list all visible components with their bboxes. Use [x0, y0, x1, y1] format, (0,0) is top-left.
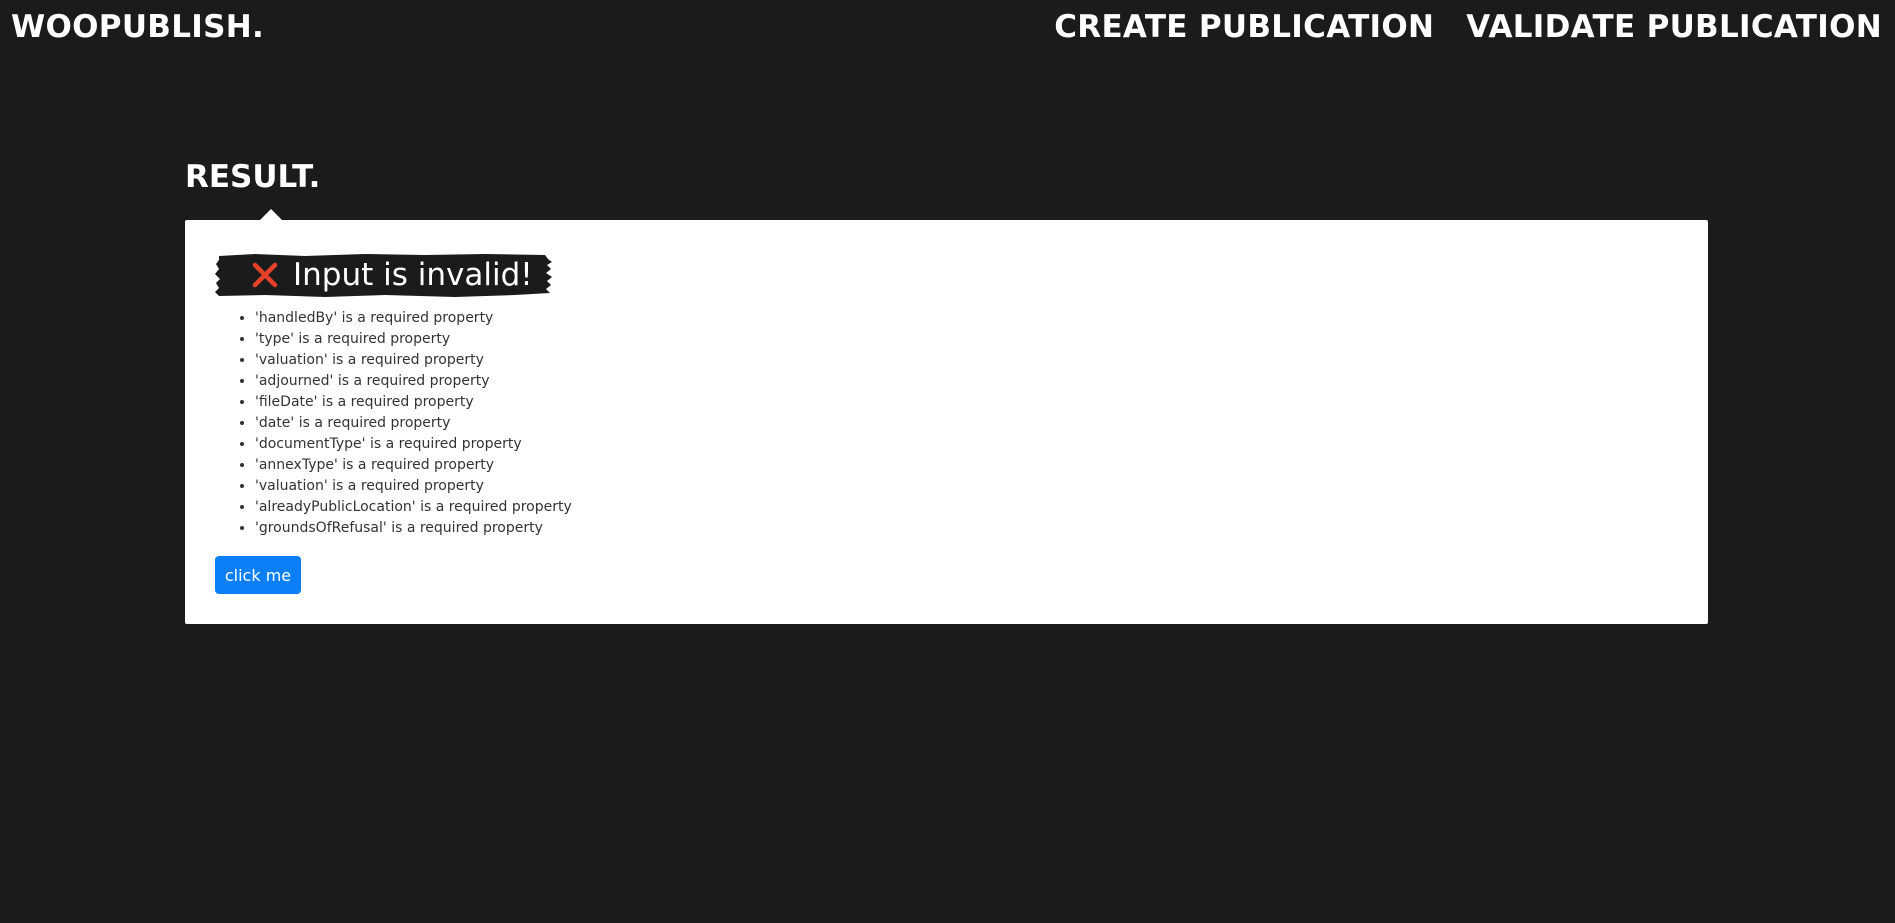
result-card: Input is invalid! 'handledBy' is a requi… [185, 220, 1708, 624]
card-pointer [260, 209, 282, 220]
nav-create-publication[interactable]: CREATE PUBLICATION [1054, 8, 1434, 46]
list-item: 'fileDate' is a required property [255, 392, 572, 413]
list-item: 'adjourned' is a required property [255, 371, 572, 392]
list-item: 'date' is a required property [255, 413, 572, 434]
cross-mark-icon [251, 261, 279, 289]
list-item: 'type' is a required property [255, 329, 572, 350]
list-item: 'annexType' is a required property [255, 455, 572, 476]
status-banner: Input is invalid! [215, 253, 552, 297]
list-item: 'groundsOfRefusal' is a required propert… [255, 518, 572, 539]
list-item: 'valuation' is a required property [255, 476, 572, 497]
list-item: 'valuation' is a required property [255, 350, 572, 371]
list-item: 'documentType' is a required property [255, 434, 572, 455]
page: WOOPUBLISH. CREATE PUBLICATION VALIDATE … [0, 0, 1895, 923]
main-nav: CREATE PUBLICATION VALIDATE PUBLICATION [1054, 8, 1882, 46]
nav-validate-publication[interactable]: VALIDATE PUBLICATION [1466, 8, 1882, 46]
list-item: 'alreadyPublicLocation' is a required pr… [255, 497, 572, 518]
error-list: 'handledBy' is a required property 'type… [215, 308, 572, 539]
click-me-button[interactable]: click me [215, 556, 301, 594]
status-message: Input is invalid! [293, 257, 533, 293]
list-item: 'handledBy' is a required property [255, 308, 572, 329]
logo[interactable]: WOOPUBLISH. [11, 8, 264, 46]
result-title: RESULT. [185, 159, 321, 195]
